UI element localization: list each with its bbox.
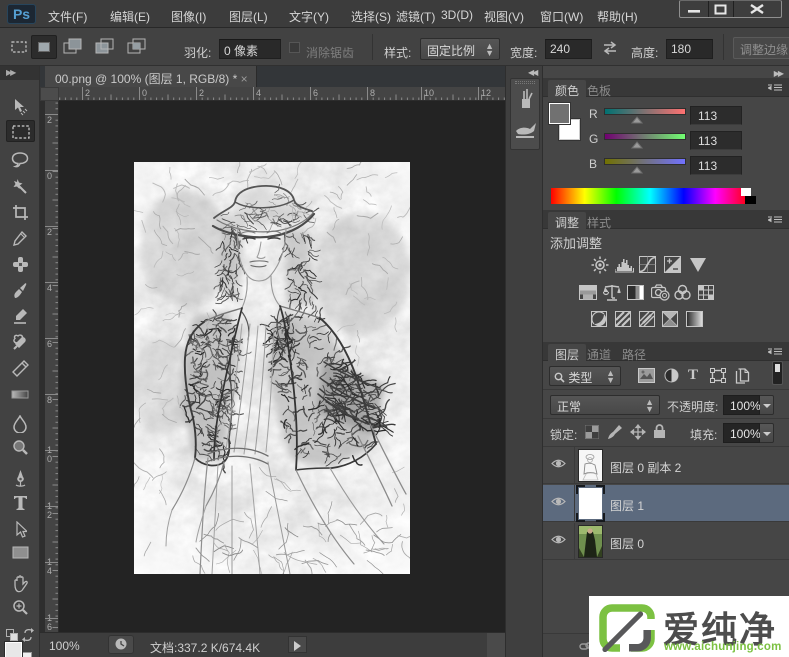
svg-text:2: 2 bbox=[47, 510, 52, 520]
svg-text:4: 4 bbox=[256, 88, 261, 98]
svg-text:4: 4 bbox=[47, 566, 52, 576]
svg-text:2: 2 bbox=[47, 115, 52, 125]
svg-text:2: 2 bbox=[47, 227, 52, 237]
svg-text:6: 6 bbox=[47, 622, 52, 632]
svg-text:2: 2 bbox=[85, 88, 90, 98]
svg-text:10: 10 bbox=[424, 88, 434, 98]
svg-text:6: 6 bbox=[47, 339, 52, 349]
svg-text:4: 4 bbox=[47, 283, 52, 293]
svg-text:0: 0 bbox=[47, 454, 52, 464]
svg-text:8: 8 bbox=[370, 88, 375, 98]
svg-text:0: 0 bbox=[47, 171, 52, 181]
svg-text:6: 6 bbox=[313, 88, 318, 98]
svg-text:12: 12 bbox=[481, 88, 491, 98]
svg-text:2: 2 bbox=[199, 88, 204, 98]
svg-text:0: 0 bbox=[142, 88, 147, 98]
svg-text:8: 8 bbox=[47, 395, 52, 405]
